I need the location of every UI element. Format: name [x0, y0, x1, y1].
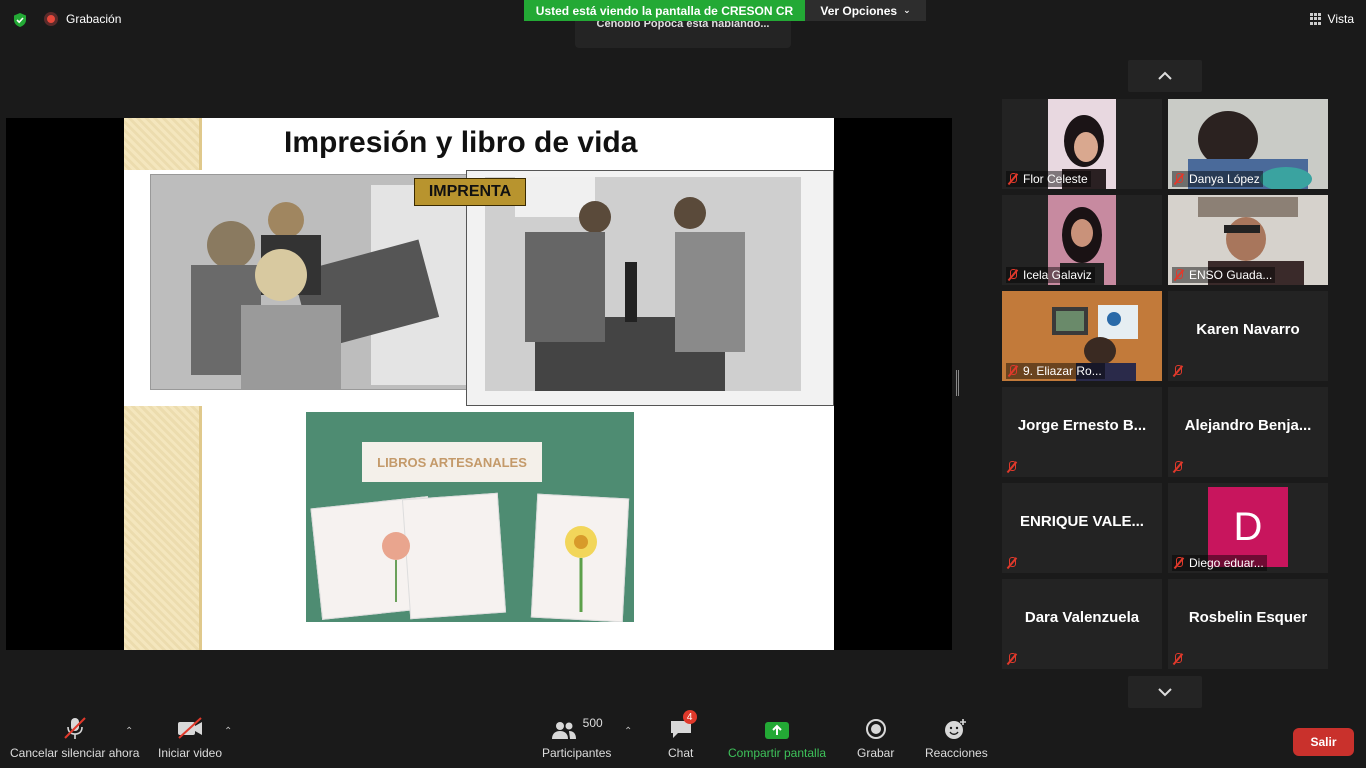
- view-options-button[interactable]: Ver Opciones ⌄: [805, 0, 926, 21]
- security-shield-icon[interactable]: [12, 12, 28, 28]
- participant-name: Diego eduar...: [1189, 556, 1264, 570]
- participant-name: Jorge Ernesto B...: [1017, 417, 1147, 434]
- participant-tile[interactable]: Alejandro Benja...: [1168, 387, 1328, 477]
- muted-mic-icon: [1006, 557, 1018, 569]
- participant-name: Alejandro Benja...: [1184, 417, 1312, 434]
- muted-mic-icon: [1173, 173, 1185, 185]
- participant-tile[interactable]: Rosbelin Esquer: [1168, 579, 1328, 669]
- share-screen-icon: [765, 722, 790, 739]
- slide-decorative-strip-top: [124, 118, 202, 170]
- recording-label: Grabación: [66, 12, 122, 26]
- record-icon: [865, 719, 886, 739]
- mute-button[interactable]: Cancelar silenciar ahora: [10, 716, 139, 760]
- printing-photo-left: [150, 174, 470, 390]
- start-video-label: Iniciar video: [158, 746, 223, 760]
- chat-unread-badge: 4: [682, 710, 697, 724]
- record-label: Grabar: [857, 746, 895, 760]
- libros-artesanales-label: LIBROS ARTESANALES: [362, 442, 542, 482]
- audio-options-chevron-icon[interactable]: ⌃: [125, 726, 133, 737]
- participant-name: Karen Navarro: [1196, 321, 1300, 338]
- shared-screen: Impresión y libro de vida IMPRENTA LIBRO…: [6, 118, 952, 650]
- participant-name: Danya López: [1189, 172, 1260, 186]
- chevron-down-icon: ⌄: [903, 5, 911, 15]
- participant-name: Icela Galaviz: [1023, 268, 1092, 282]
- muted-mic-icon: [1007, 173, 1019, 185]
- share-screen-button[interactable]: Compartir pantalla: [728, 716, 826, 760]
- participant-name: Flor Celeste: [1023, 172, 1088, 186]
- record-button[interactable]: Grabar: [857, 716, 894, 760]
- imprenta-label: IMPRENTA: [414, 178, 526, 206]
- view-label: Vista: [1327, 12, 1354, 26]
- participant-tile[interactable]: ENRIQUE VALE...: [1002, 483, 1162, 573]
- participants-options-chevron-icon[interactable]: ⌃: [624, 726, 632, 737]
- gallery-prev-button[interactable]: [1128, 60, 1202, 92]
- muted-mic-icon: [1173, 557, 1185, 569]
- participant-name: 9. Eliazar Ro...: [1023, 364, 1102, 378]
- flower-drawing: [565, 526, 597, 612]
- muted-mic-icon: [1172, 461, 1184, 473]
- participant-tile[interactable]: Icela Galaviz: [1002, 195, 1162, 285]
- participant-tile[interactable]: D Diego eduar...: [1168, 483, 1328, 573]
- chat-button[interactable]: 4 Chat: [668, 710, 697, 760]
- participant-tile[interactable]: Flor Celeste: [1002, 99, 1162, 189]
- video-off-icon: [178, 717, 203, 739]
- top-bar: Grabación Cenobio Popoca está hablando..…: [0, 0, 1366, 48]
- participants-count: 500: [582, 716, 603, 730]
- participant-tile[interactable]: ENSO Guada...: [1168, 195, 1328, 285]
- mute-label: Cancelar silenciar ahora: [10, 746, 140, 760]
- viewing-share-label: Usted está viendo la pantalla de CRESON …: [524, 0, 805, 21]
- participant-tile[interactable]: 9. Eliazar Ro...: [1002, 291, 1162, 381]
- muted-mic-icon: [1007, 269, 1019, 281]
- recording-indicator[interactable]: Grabación: [44, 12, 121, 26]
- muted-mic-icon: [1172, 653, 1184, 665]
- grid-view-icon: [1309, 13, 1322, 25]
- leave-meeting-button[interactable]: Salir: [1293, 728, 1354, 756]
- participant-tile[interactable]: Jorge Ernesto B...: [1002, 387, 1162, 477]
- presentation-slide: Impresión y libro de vida IMPRENTA LIBRO…: [124, 118, 834, 650]
- screen-share-banner: Usted está viendo la pantalla de CRESON …: [524, 0, 926, 21]
- flower-drawing: [382, 532, 410, 602]
- participant-name: Dara Valenzuela: [1024, 609, 1140, 626]
- participants-button[interactable]: 500 Participantes: [542, 716, 611, 760]
- muted-mic-icon: [1006, 653, 1018, 665]
- panel-resize-handle[interactable]: [956, 370, 959, 396]
- reactions-label: Reacciones: [925, 746, 988, 760]
- slide-decorative-strip-bottom: [124, 406, 202, 650]
- muted-microphone-icon: [63, 717, 86, 739]
- chevron-down-icon: [1158, 688, 1172, 697]
- muted-mic-icon: [1006, 461, 1018, 473]
- reactions-smiley-icon: [945, 719, 967, 739]
- handmade-books-photo: LIBROS ARTESANALES: [306, 412, 634, 622]
- slide-title: Impresión y libro de vida: [284, 126, 638, 159]
- chat-label: Chat: [668, 746, 694, 760]
- participant-name: ENSO Guada...: [1189, 268, 1273, 282]
- participants-icon: [551, 722, 576, 739]
- share-screen-label: Compartir pantalla: [728, 746, 827, 760]
- recording-dot-icon: [44, 12, 58, 26]
- gallery-next-button[interactable]: [1128, 676, 1202, 708]
- meeting-toolbar: Cancelar silenciar ahora ⌃ Iniciar video…: [0, 710, 1366, 768]
- muted-mic-icon: [1172, 365, 1184, 377]
- participants-label: Participantes: [542, 746, 612, 760]
- view-button[interactable]: Vista: [1309, 12, 1354, 26]
- reactions-button[interactable]: Reacciones: [925, 716, 988, 760]
- chevron-up-icon: [1158, 71, 1172, 80]
- view-options-label: Ver Opciones: [820, 3, 898, 18]
- participant-tile[interactable]: Karen Navarro: [1168, 291, 1328, 381]
- start-video-button[interactable]: Iniciar video: [158, 716, 222, 760]
- participant-name: Rosbelin Esquer: [1188, 609, 1308, 626]
- participant-tile[interactable]: Danya López: [1168, 99, 1328, 189]
- video-options-chevron-icon[interactable]: ⌃: [224, 726, 232, 737]
- participant-tile[interactable]: Dara Valenzuela: [1002, 579, 1162, 669]
- participant-name: ENRIQUE VALE...: [1020, 513, 1144, 530]
- muted-mic-icon: [1173, 269, 1185, 281]
- muted-mic-icon: [1007, 365, 1019, 377]
